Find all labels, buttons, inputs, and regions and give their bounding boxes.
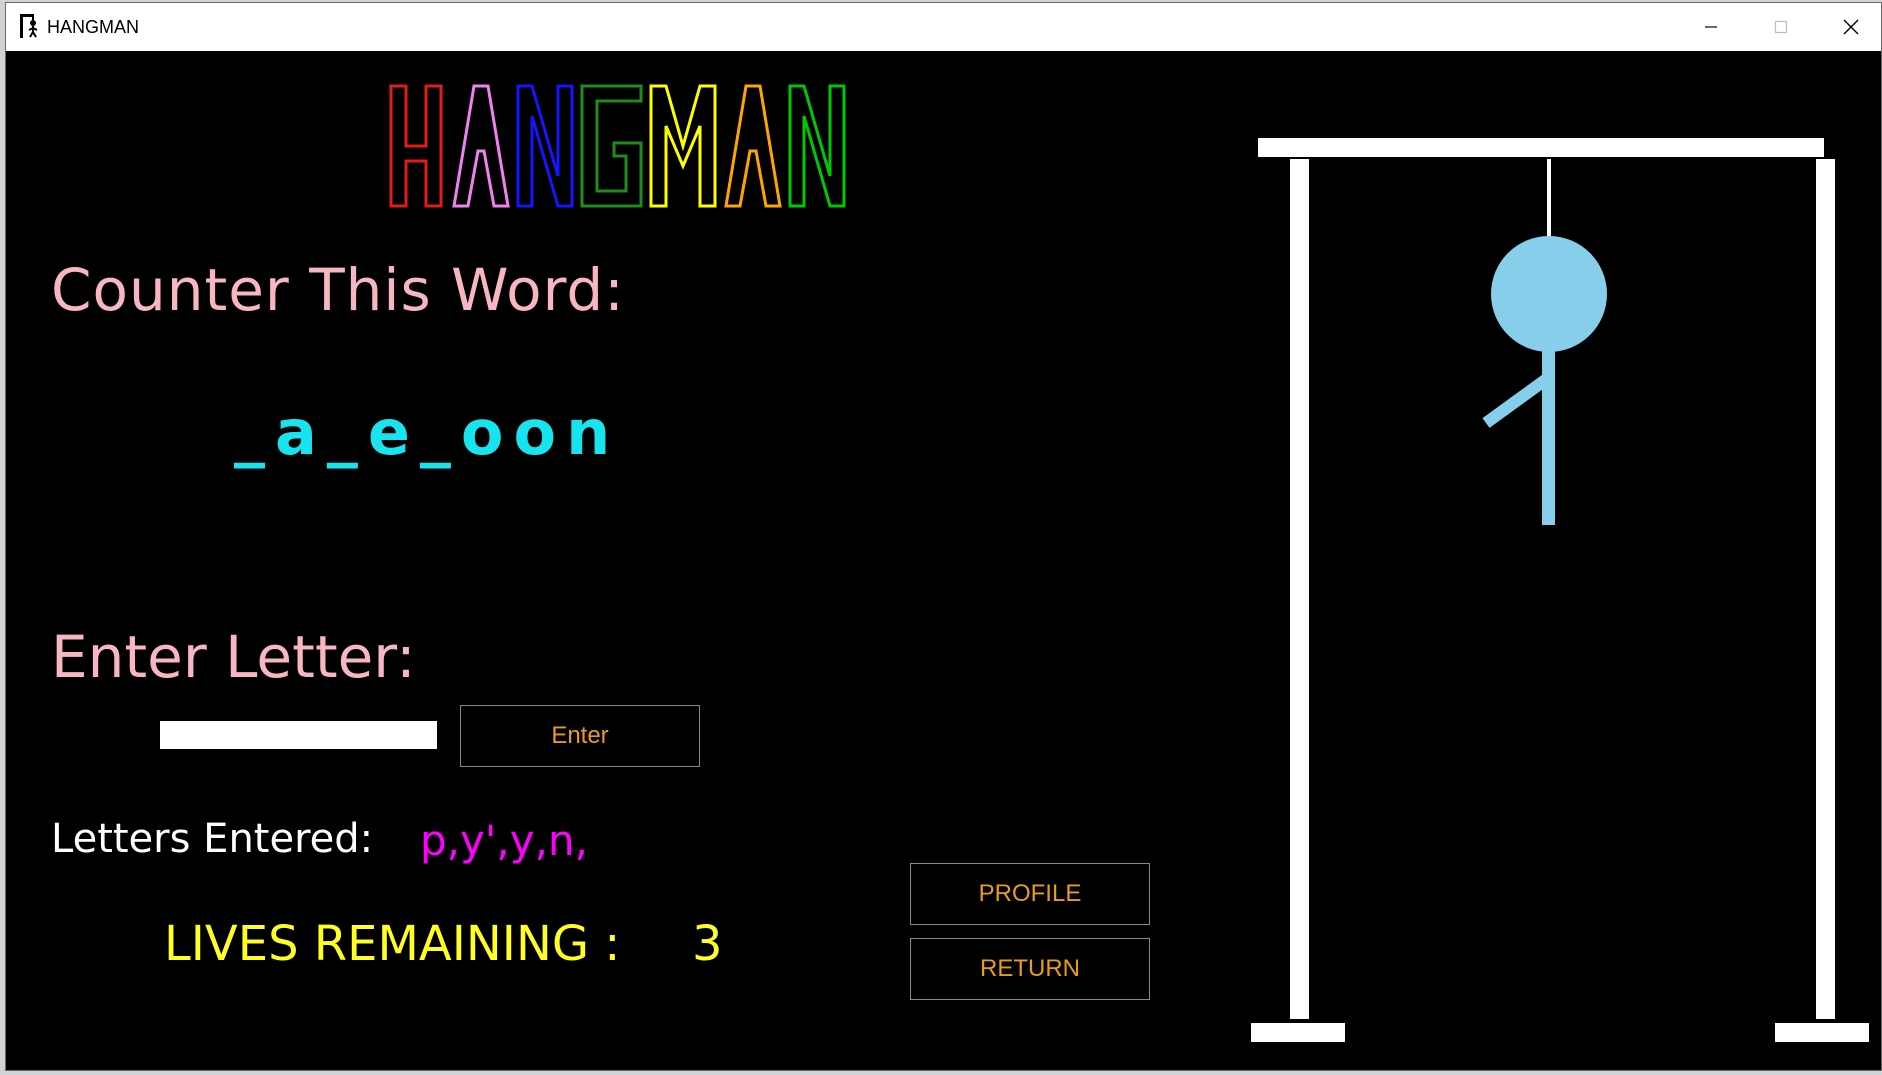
logo-letter-a [452,84,510,208]
game-area: Counter This Word: _a_e_oon Enter Letter… [6,51,1881,1070]
gallows-rope [1547,159,1551,237]
close-icon [1843,19,1859,35]
title-bar[interactable]: HANGMAN [6,3,1881,51]
logo-letter-n2 [788,84,846,208]
gallows-drawing [1251,138,1869,1042]
letters-entered-label: Letters Entered: [51,816,374,862]
hangman-head [1491,236,1607,352]
gallows-right-base [1775,1023,1869,1042]
gallows-left-post [1290,159,1309,1019]
minimize-button[interactable] [1676,3,1746,51]
lives-remaining-value: 3 [692,916,723,972]
minimize-icon [1705,26,1717,28]
hangman-logo [389,84,846,208]
maximize-button[interactable] [1746,3,1816,51]
lives-remaining-label: LIVES REMAINING : [164,916,621,972]
gallows-left-base [1251,1023,1345,1042]
logo-letter-n [516,84,574,208]
logo-letter-h [389,84,443,208]
counter-word-label: Counter This Word: [51,256,625,324]
hangman-left-arm [1482,373,1552,428]
enter-letter-label: Enter Letter: [51,623,416,691]
gallows-right-post [1816,159,1835,1019]
maximize-icon [1774,20,1788,34]
hangman-window: HANGMAN Counter This Word: _a_e_oon Ente… [5,2,1882,1071]
return-button[interactable]: RETURN [910,938,1150,1000]
logo-letter-a2 [724,84,782,208]
logo-letter-g [580,84,643,208]
masked-word: _a_e_oon [234,396,621,469]
window-title: HANGMAN [47,17,140,37]
enter-button[interactable]: Enter [460,705,700,767]
close-button[interactable] [1816,3,1882,51]
letters-entered-value: p,y',y,n, [420,816,588,865]
logo-letter-m [649,84,717,208]
letter-input[interactable] [160,721,437,749]
profile-button[interactable]: PROFILE [910,863,1150,925]
hangman-app-icon [20,14,38,38]
gallows-top-beam [1258,138,1824,157]
